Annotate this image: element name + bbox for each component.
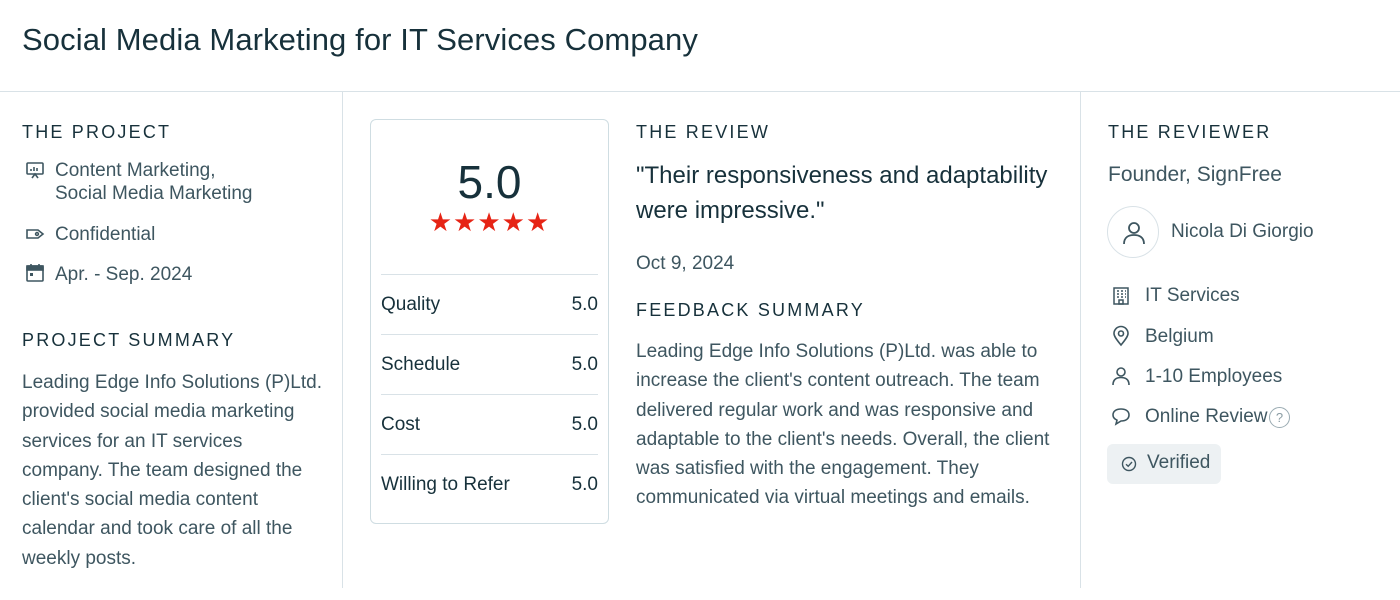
project-services-line2: Social Media Marketing xyxy=(55,183,253,204)
reviewer-location: Belgium xyxy=(1145,326,1214,347)
feedback-line: delivered regular work and was responsiv… xyxy=(636,399,1034,421)
project-budget: Confidential xyxy=(55,224,156,245)
reviewer-review-type: Online Review xyxy=(1145,406,1268,427)
star-rating: ★★★★★ xyxy=(428,207,551,237)
verified-badge: Verified xyxy=(1107,444,1221,484)
check-circle-icon xyxy=(1121,456,1137,472)
summary-line: company. The team designed the xyxy=(22,459,303,481)
summary-line: services for an IT services xyxy=(22,430,243,452)
summary-line: Leading Edge Info Solutions (P)Ltd. xyxy=(22,372,322,393)
project-summary-title: PROJECT SUMMARY xyxy=(22,330,236,350)
presentation-icon xyxy=(24,160,46,182)
rating-value: 5.0 xyxy=(571,294,598,315)
quote-line: "Their responsiveness and adaptability xyxy=(636,162,1048,189)
reviewer-industry: IT Services xyxy=(1145,285,1240,306)
chat-bubble-icon xyxy=(1110,405,1132,427)
avatar xyxy=(1107,206,1159,258)
review-section-title: THE REVIEW xyxy=(636,122,771,142)
rating-row-cost: Cost 5.0 xyxy=(381,394,598,454)
quote-line: were impressive." xyxy=(636,197,825,224)
verified-label: Verified xyxy=(1147,452,1211,473)
overall-rating: 5.0 xyxy=(457,156,522,208)
user-icon xyxy=(1123,222,1145,245)
rating-value: 5.0 xyxy=(571,414,598,435)
feedback-line: Leading Edge Info Solutions (P)Ltd. was … xyxy=(636,341,1038,362)
rating-row-schedule: Schedule 5.0 xyxy=(381,334,598,394)
summary-line: client's social media content xyxy=(22,489,258,511)
tag-icon xyxy=(24,223,46,245)
reviewer-name: Nicola Di Giorgio xyxy=(1171,221,1314,242)
rating-value: 5.0 xyxy=(571,474,598,495)
rating-label: Cost xyxy=(381,414,421,435)
project-summary-text: Leading Edge Info Solutions (P)Ltd. prov… xyxy=(22,368,332,573)
person-icon xyxy=(1110,365,1132,387)
rating-label: Willing to Refer xyxy=(381,474,510,495)
divider-project xyxy=(342,92,343,588)
feedback-summary-title: FEEDBACK SUMMARY xyxy=(636,300,865,320)
page-title: Social Media Marketing for IT Services C… xyxy=(22,22,698,57)
rating-label: Schedule xyxy=(381,354,461,375)
project-section-title: THE PROJECT xyxy=(22,122,172,142)
review-date: Oct 9, 2024 xyxy=(636,253,735,274)
divider-reviewer xyxy=(1080,92,1081,588)
feedback-line: adaptable to the client's needs. Overall… xyxy=(636,428,1050,450)
location-pin-icon xyxy=(1110,325,1132,347)
calendar-icon xyxy=(24,262,46,284)
feedback-line: communicated via virtual meetings and em… xyxy=(636,487,1030,509)
rating-row-quality: Quality 5.0 xyxy=(381,274,598,334)
feedback-line: increase the client's content outreach. … xyxy=(636,370,1040,392)
project-dates: Apr. - Sep. 2024 xyxy=(55,264,193,285)
rating-card: 5.0 ★★★★★ Quality 5.0 Schedule 5.0 Cost … xyxy=(370,119,609,524)
rating-label: Quality xyxy=(381,294,441,315)
reviewer-company-size: 1-10 Employees xyxy=(1145,366,1283,387)
feedback-line: was satisfied with the engagement. They xyxy=(636,458,979,480)
summary-line: calendar and took care of all the xyxy=(22,518,293,540)
review-quote: "Their responsiveness and adaptability w… xyxy=(636,158,1066,228)
rating-row-willing-to-refer: Willing to Refer 5.0 xyxy=(381,454,598,514)
project-services-line1: Content Marketing, xyxy=(55,160,216,181)
help-circle-icon[interactable]: ? xyxy=(1269,407,1290,428)
reviewer-role: Founder, SignFree xyxy=(1108,163,1282,186)
rating-value: 5.0 xyxy=(571,354,598,375)
summary-line: weekly posts. xyxy=(22,547,137,569)
reviewer-section-title: THE REVIEWER xyxy=(1108,122,1272,142)
summary-line: provided social media marketing xyxy=(22,401,295,423)
building-icon xyxy=(1110,285,1132,307)
feedback-summary-text: Leading Edge Info Solutions (P)Ltd. was … xyxy=(636,337,1066,513)
page-header: Social Media Marketing for IT Services C… xyxy=(0,0,1400,92)
